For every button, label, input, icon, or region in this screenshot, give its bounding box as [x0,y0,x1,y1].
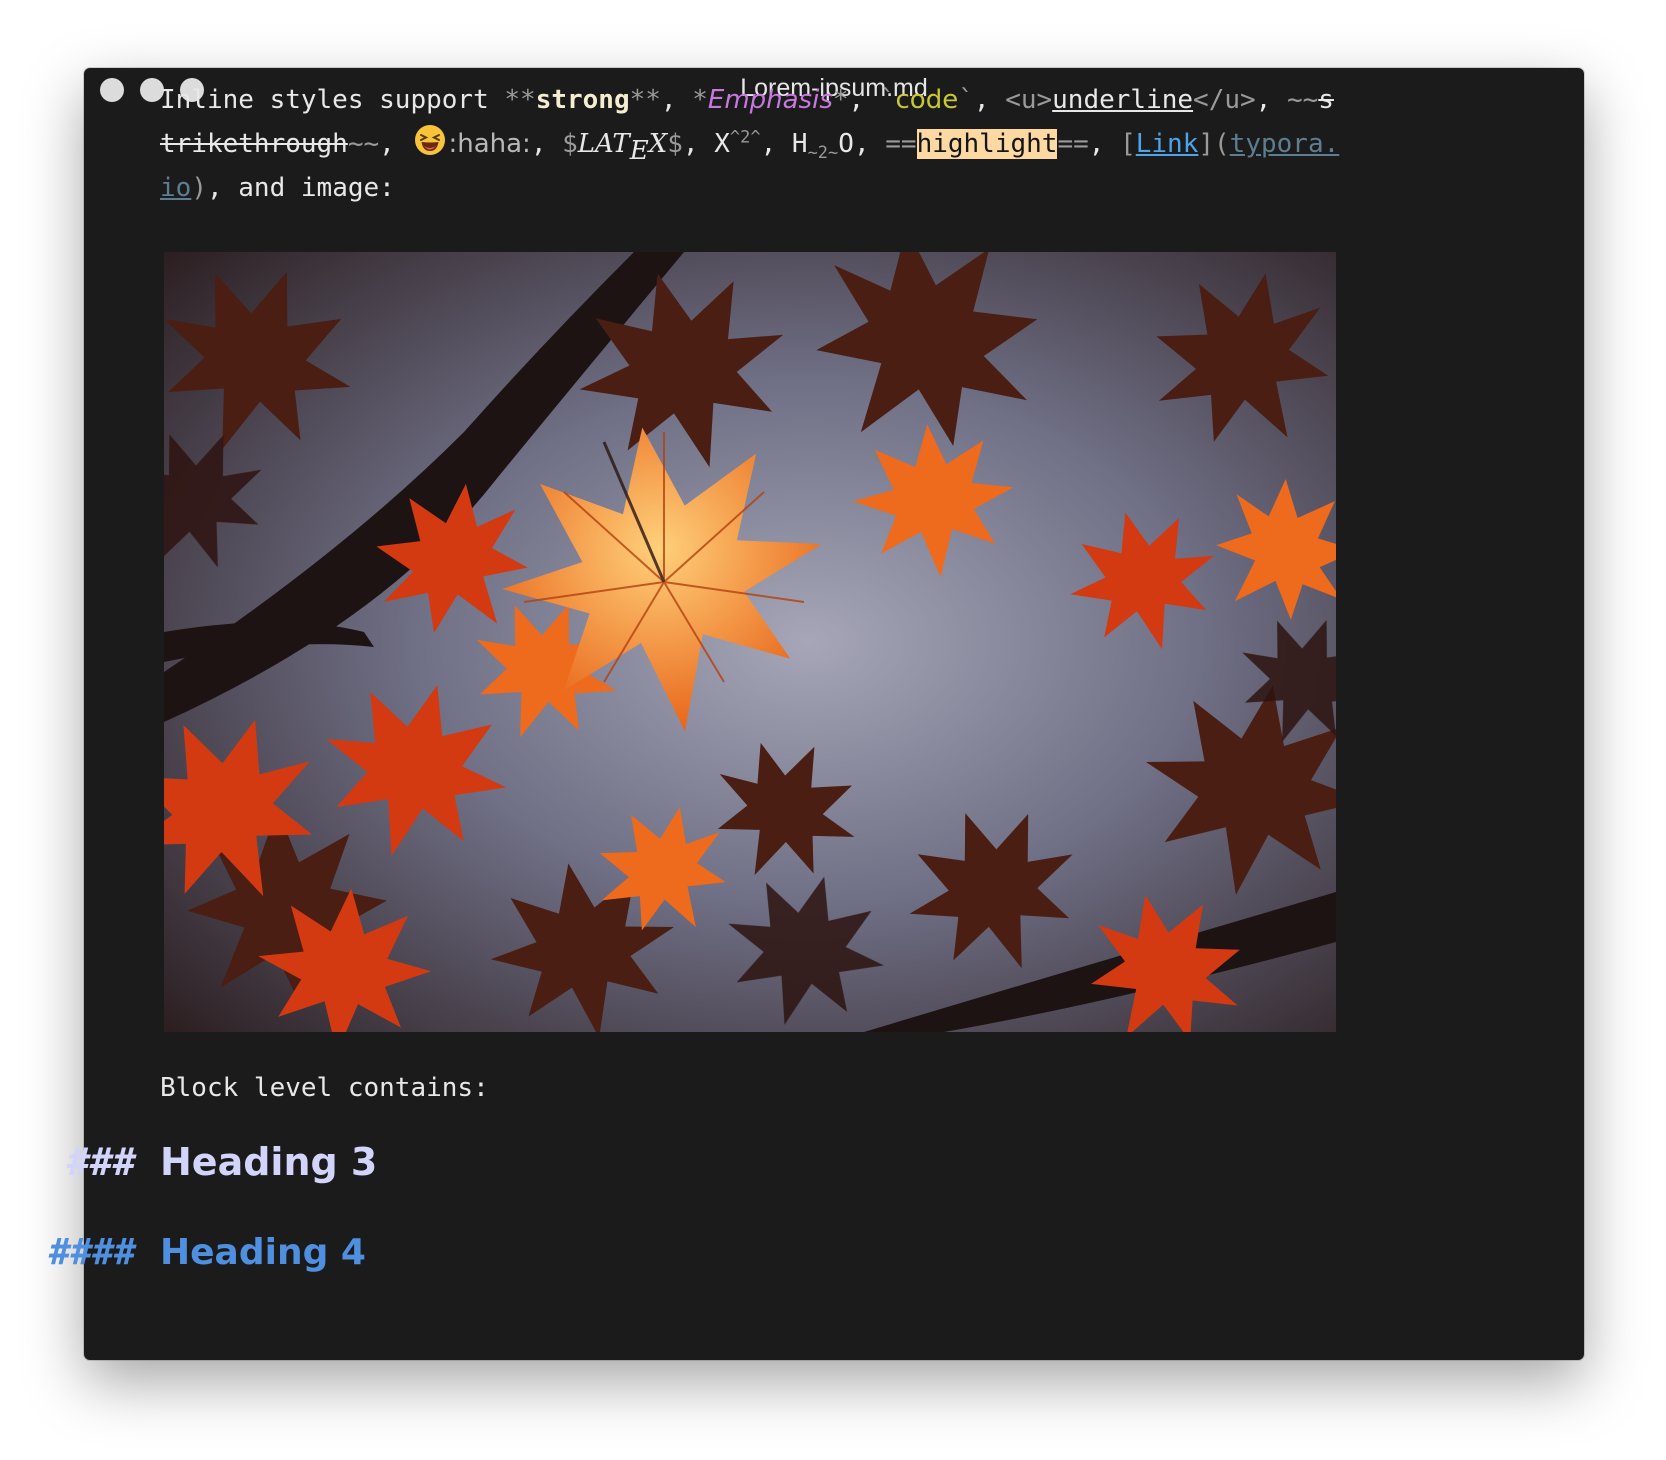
link-text[interactable]: Link [1136,129,1199,159]
underline-close-tag: </u> [1193,85,1256,115]
intro-text: Inline styles support [160,85,505,115]
separator: , [848,85,880,115]
code-marker: ` [879,85,896,115]
strong-text: strong [535,85,630,115]
superscript-base: X [714,129,730,159]
heading-4-text: Heading 4 [160,1232,366,1273]
code-text: code [895,85,959,115]
underline-text: underline [1052,85,1194,115]
strike-marker: ~~ [1286,85,1319,115]
separator: , [760,129,792,159]
code-marker: ` [958,85,974,115]
latex-x: X [648,129,668,159]
latex-marker: $ [667,129,683,159]
maple-leaves-photo [164,252,1336,1032]
latex-formula: LATEX [578,129,667,166]
subscript-tail: O [838,129,854,159]
highlight-text: highlight [916,129,1058,159]
latex-la: LA [577,129,613,159]
separator: , [660,85,693,115]
inline-styles-paragraph[interactable]: Inline styles support **strong**, *Empha… [160,78,1340,210]
emphasis-marker: * [692,85,708,115]
heading-4-marker: #### [49,1232,136,1273]
separator: , [973,85,1006,115]
separator: , [682,129,715,159]
link-bracket: [ [1120,129,1136,159]
separator: , [853,129,886,159]
editor-content[interactable]: Inline styles support **strong**, *Empha… [160,78,1340,1110]
heading-4[interactable]: #### Heading 4 [49,1232,366,1273]
latex-e: E [629,136,649,166]
highlight-marker: == [1057,129,1089,159]
link-bracket: ) [191,173,207,203]
strong-marker: ** [504,85,536,115]
separator: , [379,129,411,159]
strike-marker: ~~ [347,129,380,159]
emphasis-text: Emphasis [707,85,833,115]
latex-marker: $ [562,129,578,159]
separator: , [1255,85,1272,115]
subscript-mark: ~2~ [807,143,839,164]
tail-text: , and image: [206,173,395,203]
underline-open-tag: <u> [1005,85,1053,115]
heading-3-marker: ### [67,1140,136,1184]
latex-t: T [612,129,630,159]
block-level-text[interactable]: Block level contains: [160,1066,1340,1110]
superscript-mark: ^2^ [729,127,761,148]
maple-leaves-image[interactable] [164,252,1336,1032]
heading-3-text: Heading 3 [160,1140,378,1184]
highlight-marker: == [885,129,917,159]
emoji-shortcode: :haha: [448,129,531,159]
separator: , [530,129,563,159]
laughing-emoji-icon [415,125,446,155]
heading-3[interactable]: ### Heading 3 [67,1140,378,1184]
emphasis-marker: * [832,85,849,115]
subscript-base: H [791,129,808,159]
strong-marker: ** [629,85,661,115]
link-bracket: ]( [1198,129,1230,159]
separator: , [1088,129,1121,159]
